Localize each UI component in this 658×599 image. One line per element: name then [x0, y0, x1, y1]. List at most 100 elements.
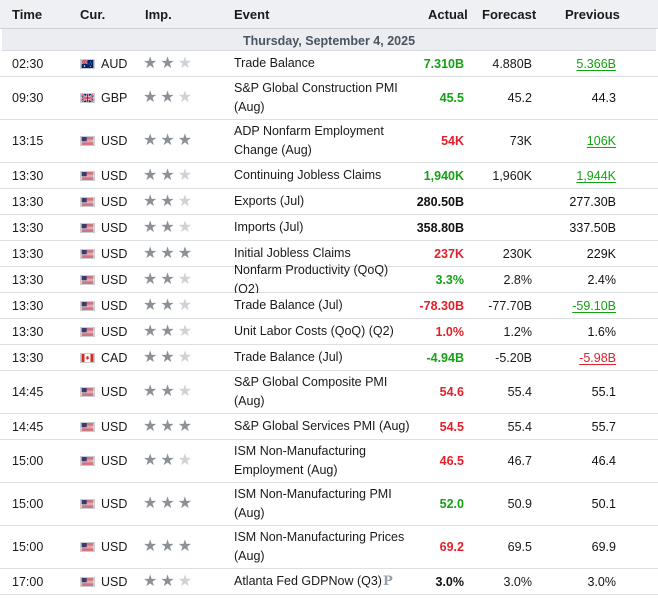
star-icon: ★: [143, 322, 158, 340]
forecast-value: 230K: [502, 246, 532, 261]
table-row[interactable]: 13:30 USD ★ ★ ★ Nonfarm Productivity (QoQ) (Q…: [0, 263, 658, 296]
event-name-link[interactable]: Imports (Jul): [234, 215, 416, 240]
event-name-link[interactable]: Continuing Jobless Claims: [234, 163, 416, 188]
importance-stars: ★ ★ ★: [143, 77, 213, 119]
col-header-importance[interactable]: Imp.: [145, 7, 172, 22]
table-row[interactable]: 13:30 USD ★ ★ ★ Trade Balance (Jul) -78.30B -77…: [0, 293, 658, 319]
col-header-currency[interactable]: Cur.: [80, 7, 105, 22]
previous-value[interactable]: 1,944K: [545, 163, 616, 188]
star-icon: ★: [160, 572, 175, 590]
table-row[interactable]: 13:30 USD ★ ★ ★ Imports (Jul) 358.80B 337.50B: [0, 215, 658, 241]
table-row[interactable]: 17:00 USD ★ ★ ★ Atlanta Fed GDPNow (Q3) P 3.0% 3…: [0, 569, 658, 595]
us-flag-icon: [80, 241, 96, 266]
star-icon: ★: [177, 132, 193, 149]
us-flag-icon: [80, 120, 96, 162]
col-header-time[interactable]: Time: [12, 7, 42, 22]
forecast-value: 1.2%: [503, 324, 533, 339]
event-currency: USD: [101, 540, 128, 554]
star-icon: ★: [160, 54, 175, 72]
event-currency: USD: [101, 497, 128, 511]
forecast-value: -77.70B: [488, 298, 532, 313]
star-icon: ★: [177, 244, 193, 262]
importance-stars: ★ ★ ★: [143, 215, 213, 240]
star-icon: ★: [143, 452, 158, 469]
star-icon: ★: [143, 218, 158, 236]
col-header-previous[interactable]: Previous: [565, 7, 620, 22]
star-icon: ★: [177, 218, 193, 236]
previous-value[interactable]: 106K: [545, 120, 616, 162]
star-icon: ★: [160, 417, 175, 435]
table-row[interactable]: 13:30 USD ★ ★ ★ Unit Labor Costs (QoQ) (Q2) 1.…: [0, 319, 658, 345]
event-name-link[interactable]: S&P Global Services PMI (Aug): [234, 414, 416, 439]
event-name-link[interactable]: Trade Balance (Jul): [234, 345, 416, 370]
star-icon: ★: [143, 572, 158, 590]
star-icon: ★: [177, 495, 193, 512]
event-currency: USD: [101, 168, 128, 183]
forecast-value: [470, 215, 532, 240]
importance-stars: ★ ★ ★: [143, 51, 213, 76]
event-time: 13:30: [12, 298, 44, 313]
previous-value: 46.4: [591, 454, 616, 468]
star-icon: ★: [177, 270, 193, 288]
previous-value[interactable]: -5.98B: [545, 345, 616, 370]
event-time: 14:45: [12, 419, 44, 434]
table-row[interactable]: 13:30 USD ★ ★ ★ Continuing Jobless Claims 1,94…: [0, 163, 658, 189]
forecast-value: 1,960K: [492, 168, 532, 183]
col-header-forecast[interactable]: Forecast: [482, 7, 536, 22]
us-flag-icon: [80, 189, 96, 214]
event-time: 13:15: [12, 134, 44, 148]
event-name-link[interactable]: Nonfarm Productivity (QoQ) (Q2): [234, 263, 416, 296]
event-name-link[interactable]: Unit Labor Costs (QoQ) (Q2): [234, 319, 416, 344]
star-icon: ★: [160, 348, 175, 366]
event-currency: USD: [101, 298, 128, 313]
star-icon: ★: [143, 54, 158, 72]
table-row[interactable]: 15:00 USD ★ ★ ★ ISM Non-Manufacturing PMI (Au…: [0, 483, 658, 526]
previous-value[interactable]: 5.366B: [545, 51, 616, 76]
previous-value[interactable]: -59.10B: [545, 293, 616, 318]
event-name-link[interactable]: S&P Global Composite PMI (Aug): [234, 371, 416, 413]
table-row[interactable]: 02:30 AUD ★ ★ ★ Trade Balance 7.310B 4.880B 5.36…: [0, 51, 658, 77]
table-row[interactable]: 13:30 CAD ★ ★ ★ Trade Balance (Jul) -4.94B -5.2…: [0, 345, 658, 371]
event-name-link[interactable]: Trade Balance (Jul): [234, 293, 416, 318]
actual-value: 54.5: [439, 419, 464, 434]
importance-stars: ★ ★ ★: [143, 414, 213, 439]
col-header-actual[interactable]: Actual: [428, 7, 468, 22]
event-name-link[interactable]: ISM Non-Manufacturing Employment (Aug): [234, 440, 416, 482]
star-icon: ★: [177, 296, 193, 314]
event-time: 13:30: [12, 246, 44, 261]
event-name-link[interactable]: Exports (Jul): [234, 189, 416, 214]
event-currency: USD: [101, 385, 128, 399]
col-header-event[interactable]: Event: [234, 7, 269, 22]
us-flag-icon: [80, 163, 96, 188]
actual-value: 1,940K: [423, 168, 464, 183]
actual-value: 3.0%: [435, 574, 465, 589]
previous-value: 1.6%: [587, 324, 617, 339]
star-icon: ★: [143, 495, 158, 512]
importance-stars: ★ ★ ★: [143, 241, 213, 266]
us-flag-icon: [80, 215, 96, 240]
event-name-link[interactable]: ISM Non-Manufacturing Prices (Aug): [234, 526, 416, 568]
event-time: 09:30: [12, 91, 44, 105]
us-flag-icon: [80, 440, 96, 482]
event-name-link[interactable]: ISM Non-Manufacturing PMI (Aug): [234, 483, 416, 525]
star-icon: ★: [177, 383, 193, 400]
us-flag-icon: [80, 483, 96, 525]
table-row[interactable]: 15:00 USD ★ ★ ★ ISM Non-Manufacturing Prices …: [0, 526, 658, 569]
star-icon: ★: [160, 495, 175, 512]
star-icon: ★: [143, 166, 158, 184]
event-currency: USD: [101, 272, 128, 287]
event-name-link[interactable]: ADP Nonfarm Employment Change (Aug): [234, 120, 416, 162]
event-currency: USD: [101, 220, 128, 235]
event-time: 13:30: [12, 168, 44, 183]
event-time: 02:30: [12, 56, 44, 71]
event-name-link[interactable]: Trade Balance: [234, 51, 416, 76]
event-time: 15:00: [12, 497, 44, 511]
table-row[interactable]: 14:45 USD ★ ★ ★ S&P Global Composite PMI (Aug…: [0, 371, 658, 414]
table-row[interactable]: 15:00 USD ★ ★ ★ ISM Non-Manufacturing Employm…: [0, 440, 658, 483]
star-icon: ★: [177, 572, 193, 590]
table-row[interactable]: 14:45 USD ★ ★ ★ S&P Global Services PMI (Aug)…: [0, 414, 658, 440]
table-row[interactable]: 09:30 GBP ★ ★ ★ S&P Global Construction PMI (…: [0, 77, 658, 120]
event-name-link[interactable]: S&P Global Construction PMI (Aug): [234, 77, 416, 119]
table-row[interactable]: 13:30 USD ★ ★ ★ Exports (Jul) 280.50B 277.30B: [0, 189, 658, 215]
table-row[interactable]: 13:15 USD ★ ★ ★ ADP Nonfarm Employment Change…: [0, 120, 658, 163]
